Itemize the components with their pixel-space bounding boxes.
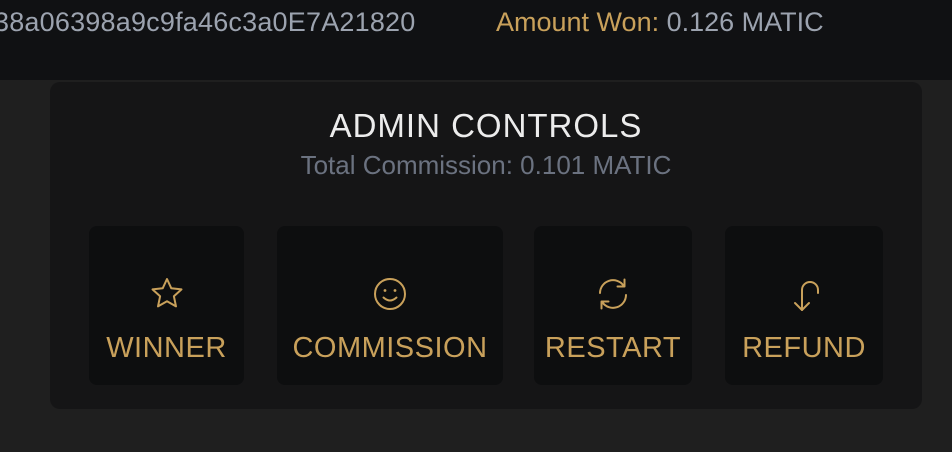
admin-controls-panel: ADMIN CONTROLS Total Commission: 0.101 M… [50, 82, 922, 409]
refund-arrow-icon [786, 276, 822, 312]
winner-button[interactable]: WINNER [89, 226, 244, 385]
amount-won-label: Amount Won: [496, 7, 660, 37]
restart-button[interactable]: RESTART [534, 226, 692, 385]
refund-button-label: REFUND [742, 332, 866, 364]
page: 38a06398a9c9fa46c3a0E7A21820 Amount Won:… [0, 0, 952, 452]
total-commission-text: Total Commission: 0.101 MATIC [300, 150, 672, 180]
refund-button[interactable]: REFUND [725, 226, 883, 385]
top-bar: 38a06398a9c9fa46c3a0E7A21820 Amount Won:… [0, 0, 952, 80]
wallet-address: 38a06398a9c9fa46c3a0E7A21820 [0, 7, 416, 37]
amount-won-value: 0.126 MATIC [666, 7, 824, 37]
smile-icon [372, 276, 408, 312]
commission-button[interactable]: COMMISSION [277, 226, 503, 385]
winner-button-label: WINNER [106, 332, 227, 364]
commission-button-label: COMMISSION [292, 332, 488, 364]
star-icon [149, 276, 185, 312]
amount-won: Amount Won: 0.126 MATIC [496, 7, 824, 38]
refresh-icon [595, 276, 631, 312]
admin-controls-title: ADMIN CONTROLS [329, 107, 643, 144]
restart-button-label: RESTART [544, 332, 682, 364]
